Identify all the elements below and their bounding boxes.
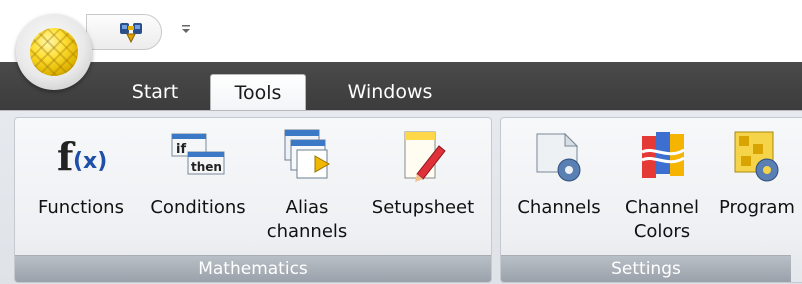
setupsheet-label: Setupsheet: [371, 197, 475, 218]
program-label: Program: [719, 197, 795, 218]
svg-text:then: then: [191, 160, 222, 174]
function-fx-icon: f (x): [57, 134, 107, 179]
group-mathematics: f (x) Functions if then Conditions Alias…: [14, 117, 492, 283]
binoculars-arrow-icon: [120, 23, 142, 44]
tab-windows[interactable]: Windows: [330, 74, 450, 110]
program-button[interactable]: Program: [711, 118, 802, 256]
tab-start[interactable]: Start: [118, 74, 192, 110]
conditions-button[interactable]: if then Conditions: [139, 118, 257, 256]
svg-text:(x): (x): [73, 149, 107, 174]
group-label-settings: Settings: [501, 255, 791, 282]
alias-channels-button[interactable]: Alias channels: [255, 118, 359, 256]
functions-button[interactable]: f (x) Functions: [19, 118, 143, 256]
channels-label: Channels: [517, 197, 601, 218]
channel-colors-button[interactable]: Channel Colors: [611, 118, 713, 256]
channels-button[interactable]: Channels: [507, 118, 611, 256]
application-menu-button[interactable]: [16, 14, 92, 90]
ribbon-tab-strip: Start Tools Windows: [0, 62, 802, 111]
channel-colors-label: Channel Colors: [625, 197, 699, 242]
ribbon-panel: f (x) Functions if then Conditions Alias…: [0, 110, 802, 284]
group-label-mathematics: Mathematics: [15, 255, 491, 282]
customize-toolbar-icon[interactable]: [180, 22, 192, 38]
alias-channels-label: Alias channels: [266, 197, 348, 242]
if-then-icon: if then: [171, 133, 225, 175]
svg-text:if: if: [176, 142, 186, 157]
group-settings: Channels Channel Colors Program Settings: [500, 117, 802, 283]
setupsheet-button[interactable]: Setupsheet: [359, 118, 487, 256]
channel-colors-icon: [641, 132, 685, 178]
quick-access-toolbar: [0, 0, 802, 62]
setupsheet-pencil-icon: [404, 131, 446, 182]
functions-label: Functions: [38, 197, 124, 218]
conditions-label: Conditions: [150, 197, 246, 218]
channels-gear-icon: [536, 132, 581, 182]
tab-tools[interactable]: Tools: [210, 74, 306, 111]
quick-access-button[interactable]: [86, 14, 162, 50]
program-gear-icon: [734, 131, 779, 182]
alias-windows-icon: [284, 129, 331, 179]
app-logo-icon: [30, 28, 78, 76]
